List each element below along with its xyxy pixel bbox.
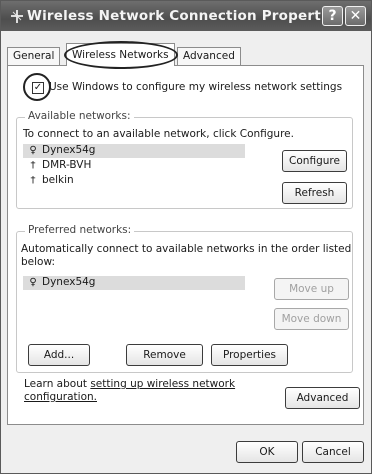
network-connection-icon xyxy=(11,10,23,23)
preferred-networks-title: Preferred networks: xyxy=(25,224,135,236)
cancel-button[interactable]: Cancel xyxy=(302,441,364,463)
configure-button[interactable]: Configure xyxy=(282,150,347,172)
move-down-button[interactable]: Move down xyxy=(274,308,349,330)
properties-button[interactable]: Properties xyxy=(211,344,288,366)
use-windows-checkbox[interactable]: ✓ xyxy=(32,82,44,94)
use-windows-label[interactable]: Use Windows to configure my wireless net… xyxy=(49,81,342,93)
adhoc-icon: † xyxy=(30,160,36,171)
ok-button[interactable]: OK xyxy=(236,441,298,463)
window-title: Wireless Network Connection Properties xyxy=(27,8,344,24)
available-networks-group: Available networks: To connect to an ava… xyxy=(16,110,353,209)
preferred-networks-group: Preferred networks: Automatically connec… xyxy=(16,224,353,373)
remove-button[interactable]: Remove xyxy=(126,344,203,366)
antenna-icon: ♀ xyxy=(29,277,37,288)
network-name: belkin xyxy=(42,174,74,186)
preferred-networks-description: Automatically connect to available netwo… xyxy=(21,243,352,255)
available-networks-title: Available networks: xyxy=(25,110,134,122)
preferred-networks-description-2: below: xyxy=(21,256,56,268)
setup-wireless-link-2[interactable]: configuration. xyxy=(24,391,97,403)
antenna-icon: ♀ xyxy=(29,145,37,156)
refresh-button[interactable]: Refresh xyxy=(282,182,347,204)
add-button[interactable]: Add... xyxy=(28,344,90,366)
network-name: Dynex54g xyxy=(42,276,96,288)
title-bar[interactable]: Wireless Network Connection Properties ?… xyxy=(1,1,371,31)
list-item[interactable]: † DMR-BVH xyxy=(27,159,92,173)
tab-advanced[interactable]: Advanced xyxy=(177,47,241,65)
list-item[interactable]: † belkin xyxy=(27,174,74,188)
available-networks-list[interactable]: ♀ Dynex54g † DMR-BVH † belkin xyxy=(23,144,245,202)
learn-about-prefix: Learn about xyxy=(24,378,91,390)
network-name: DMR-BVH xyxy=(42,159,92,171)
preferred-networks-list[interactable]: ♀ Dynex54g xyxy=(23,276,245,336)
adhoc-icon: † xyxy=(30,175,36,186)
network-name: Dynex54g xyxy=(42,144,96,156)
learn-about-text-2: configuration. xyxy=(24,391,97,403)
list-item[interactable]: ♀ Dynex54g xyxy=(23,276,245,290)
tab-general[interactable]: General xyxy=(7,47,61,65)
help-button[interactable]: ? xyxy=(322,6,343,26)
move-up-button[interactable]: Move up xyxy=(274,278,349,300)
advanced-button[interactable]: Advanced xyxy=(285,387,360,409)
available-networks-description: To connect to an available network, clic… xyxy=(23,128,294,140)
close-button[interactable]: ✕ xyxy=(345,6,366,26)
properties-dialog: Wireless Network Connection Properties ?… xyxy=(0,0,372,474)
tab-wireless-networks[interactable]: Wireless Networks xyxy=(66,43,175,66)
list-item[interactable]: ♀ Dynex54g xyxy=(23,144,245,158)
learn-about-text: Learn about setting up wireless network xyxy=(24,378,235,390)
setup-wireless-link[interactable]: setting up wireless network xyxy=(90,378,235,390)
